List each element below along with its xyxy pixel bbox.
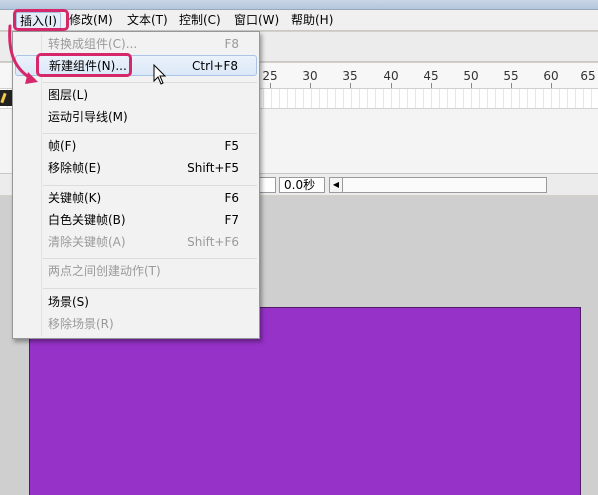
menu-window[interactable]: 窗口(W) xyxy=(231,12,282,29)
menu-item-label: 移除场景(R) xyxy=(48,317,114,331)
menu-text[interactable]: 文本(T) xyxy=(124,12,171,29)
elapsed-time-label: 0.0秒 xyxy=(284,178,316,192)
menu-item-label: 场景(S) xyxy=(48,295,89,309)
window-title-bar xyxy=(0,0,598,10)
menu-item-label: 两点之间创建动作(T) xyxy=(48,264,161,278)
menu-item-shortcut: F8 xyxy=(224,37,239,51)
menu-item-shortcut: F7 xyxy=(224,213,239,227)
menu-item-remove-scene[interactable]: 移除场景(R) xyxy=(15,314,257,335)
scroll-left-icon[interactable]: ◀ xyxy=(329,177,343,193)
menu-separator xyxy=(43,185,257,186)
menu-item-shortcut: Shift+F5 xyxy=(187,161,239,175)
ruler-tick-mark xyxy=(350,83,351,88)
menu-item-label: 运动引导线(M) xyxy=(48,110,128,124)
ruler-tick-mark xyxy=(270,83,271,88)
ruler-tick: 35 xyxy=(342,69,358,83)
ruler-tick-mark xyxy=(471,83,472,88)
ruler-tick: 40 xyxy=(383,69,399,83)
elapsed-time-box: 0.0秒 xyxy=(279,177,325,193)
menu-item-label: 转换成组件(C)... xyxy=(48,37,138,51)
menu-item-clear-keyframe[interactable]: 清除关键帧(A) Shift+F6 xyxy=(15,232,257,253)
menu-item-keyframe[interactable]: 关键帧(K) F6 xyxy=(15,188,257,209)
menu-item-create-motion-tween[interactable]: 两点之间创建动作(T) xyxy=(15,261,257,282)
ruler-tick-mark xyxy=(391,83,392,88)
ruler-tick: 25 xyxy=(262,69,278,83)
menu-insert[interactable]: 插入(I) xyxy=(16,12,61,29)
menu-item-shortcut: F5 xyxy=(224,139,239,153)
ruler-tick-mark xyxy=(511,83,512,88)
menu-item-shortcut: Shift+F6 xyxy=(187,235,239,249)
ruler-tick-mark xyxy=(551,83,552,88)
menu-separator xyxy=(43,258,257,259)
menu-item-remove-frame[interactable]: 移除帧(E) Shift+F5 xyxy=(15,158,257,179)
ruler-tick: 65 xyxy=(580,69,596,83)
menu-item-label: 移除帧(E) xyxy=(48,161,101,175)
ruler-tick-mark xyxy=(310,83,311,88)
menu-separator xyxy=(43,133,257,134)
timeline-scrollbar[interactable] xyxy=(343,177,547,193)
menu-item-label: 白色关键帧(B) xyxy=(48,213,126,227)
menu-item-layer[interactable]: 图层(L) xyxy=(15,85,257,106)
menu-item-label: 新建组件(N)... xyxy=(49,59,127,73)
ruler-tick: 45 xyxy=(423,69,439,83)
pencil-icon xyxy=(0,90,12,106)
menu-bar: 插入(I) 修改(M) 文本(T) 控制(C) 窗口(W) 帮助(H) xyxy=(0,10,598,31)
menu-control[interactable]: 控制(C) xyxy=(176,12,224,29)
menu-item-convert-to-symbol[interactable]: 转换成组件(C)... F8 xyxy=(15,34,257,55)
insert-dropdown-menu: 转换成组件(C)... F8 新建组件(N)... Ctrl+F8 图层(L) … xyxy=(12,31,260,339)
menu-item-label: 清除关键帧(A) xyxy=(48,235,126,249)
menu-item-shortcut: F6 xyxy=(224,191,239,205)
menu-item-frame[interactable]: 帧(F) F5 xyxy=(15,136,257,157)
menu-item-motion-guide[interactable]: 运动引导线(M) xyxy=(15,107,257,128)
menu-item-blank-keyframe[interactable]: 白色关键帧(B) F7 xyxy=(15,210,257,231)
ruler-tick: 60 xyxy=(543,69,559,83)
menu-item-scene[interactable]: 场景(S) xyxy=(15,292,257,313)
menu-item-shortcut: Ctrl+F8 xyxy=(192,59,238,73)
menu-item-label: 关键帧(K) xyxy=(48,191,102,205)
menu-item-new-symbol[interactable]: 新建组件(N)... Ctrl+F8 xyxy=(15,55,257,76)
menu-item-label: 帧(F) xyxy=(48,139,77,153)
menu-gutter xyxy=(41,34,42,336)
menu-separator xyxy=(43,82,257,83)
ruler-tick: 55 xyxy=(503,69,519,83)
menu-modify[interactable]: 修改(M) xyxy=(66,12,116,29)
menu-item-label: 图层(L) xyxy=(48,88,89,102)
ruler-tick: 30 xyxy=(302,69,318,83)
ruler-tick: 50 xyxy=(463,69,479,83)
ruler-tick-mark xyxy=(431,83,432,88)
menu-help[interactable]: 帮助(H) xyxy=(288,12,336,29)
menu-separator xyxy=(43,288,257,289)
